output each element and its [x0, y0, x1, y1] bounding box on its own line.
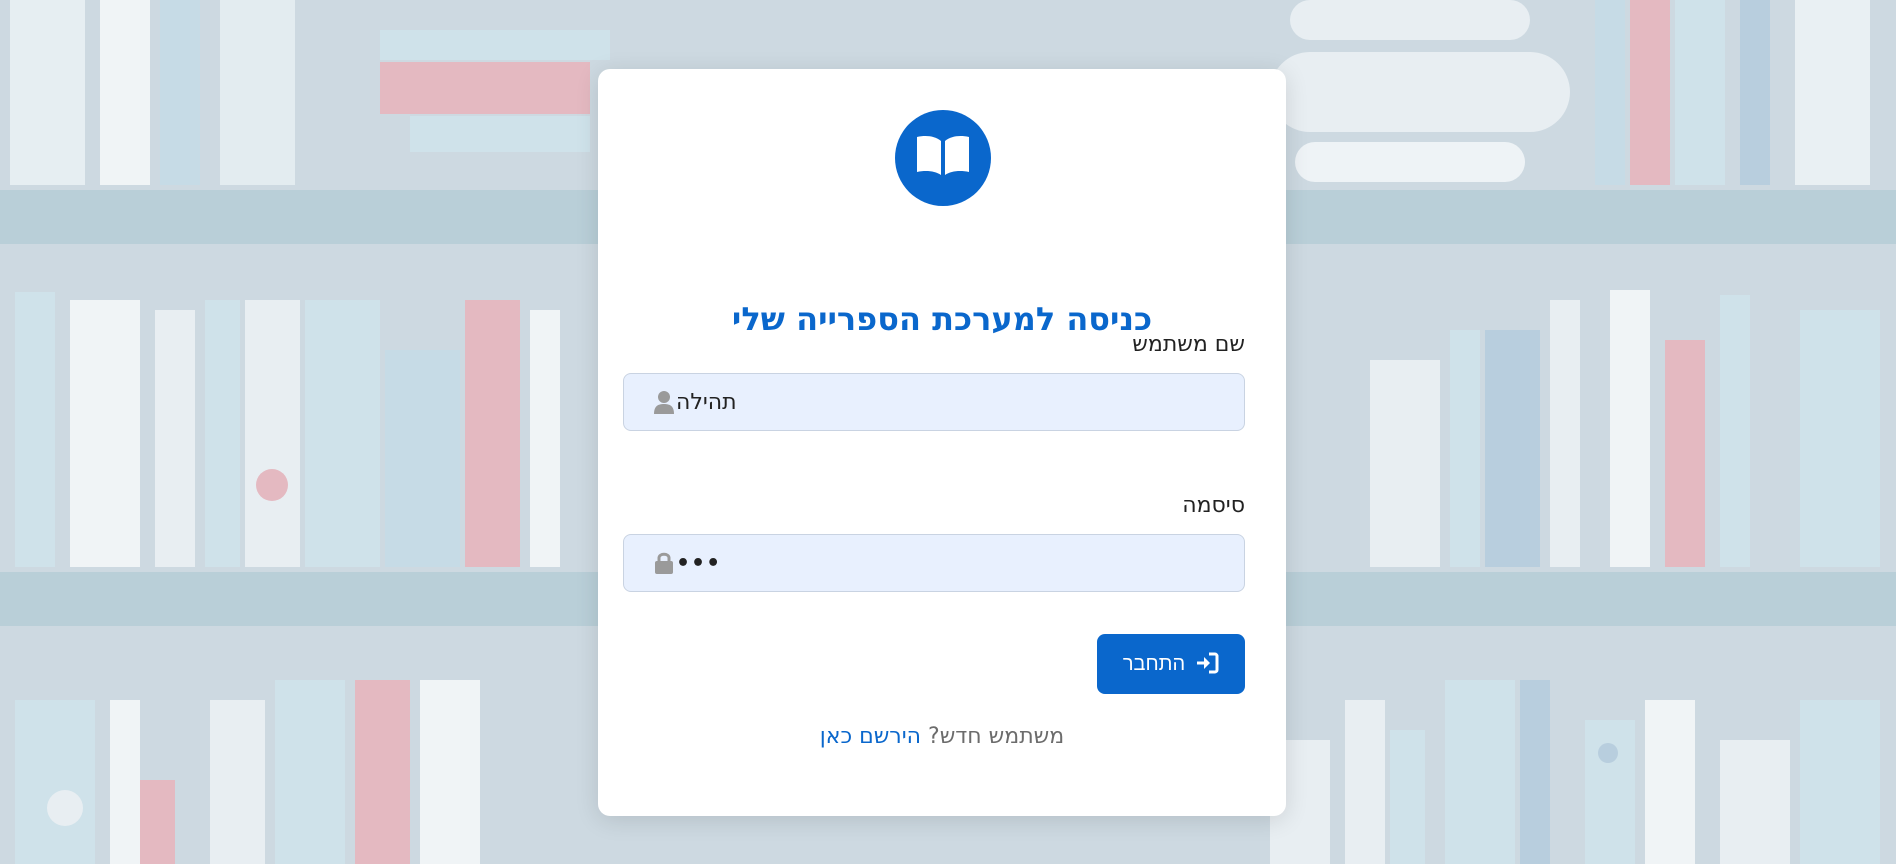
username-label: שם משתמש [1132, 332, 1245, 357]
logo [895, 110, 991, 206]
sign-in-icon [1195, 652, 1219, 677]
lock-icon [652, 551, 676, 575]
password-field[interactable]: ••• [623, 534, 1245, 592]
login-button-label: התחבר [1122, 652, 1186, 675]
password-label: סיסמה [1182, 493, 1245, 518]
username-field[interactable]: תהילה [623, 373, 1245, 431]
username-value: תהילה [676, 389, 737, 415]
password-value: ••• [676, 550, 722, 576]
user-icon [652, 390, 676, 414]
login-button[interactable]: התחבר [1097, 634, 1245, 694]
register-question: משתמש חדש? [928, 724, 1065, 749]
register-link[interactable]: הירשם כאן [820, 724, 921, 749]
open-book-icon [914, 133, 972, 183]
login-card: כניסה למערכת הספרייה שלי שם משתמש תהילה … [598, 69, 1286, 816]
register-prompt: משתמש חדש? הירשם כאן [598, 724, 1286, 749]
